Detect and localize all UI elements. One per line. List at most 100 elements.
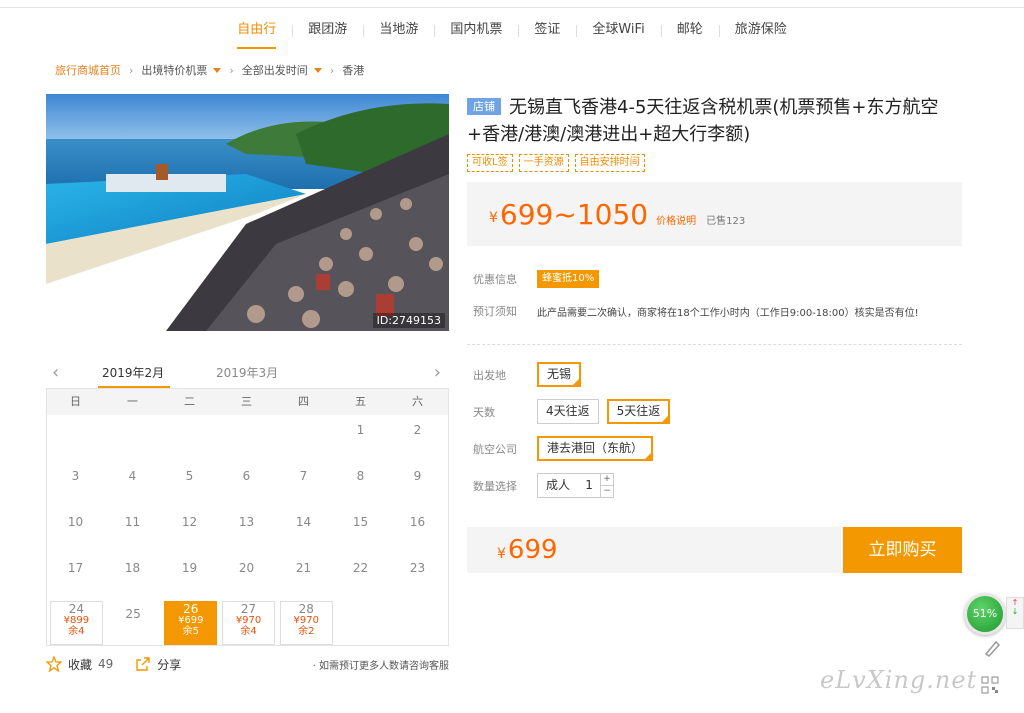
discount-badge: 蜂蜜抵10% [537, 270, 600, 288]
nav-item-travel-insurance[interactable]: 旅游保险 [718, 11, 803, 49]
product-title: 无锡直飞香港4-5天往返含税机票(机票预售+东方航空+香港/港澳/澳港进出+超大… [467, 97, 939, 145]
calendar-day-price: ¥970 [235, 615, 262, 626]
weekday-row: 日 一 二 三 四 五 六 [47, 389, 448, 415]
calendar-day-number: 3 [71, 469, 80, 483]
weekday-label: 四 [298, 395, 309, 408]
calendar-day: 23 [389, 553, 446, 599]
nav-item-visa[interactable]: 签证 [518, 11, 576, 49]
nav-item-domestic-flights[interactable]: 国内机票 [434, 11, 518, 49]
breadcrumb: 旅行商城首页 › 出境特价机票 › 全部出发时间 › 香港 [55, 62, 364, 78]
calendar-day: 15 [332, 507, 389, 553]
chevron-down-icon[interactable] [313, 67, 322, 73]
calendar-body: 1 2 3 4 5 6 7 8 9 10 11 12 13 14 15 16 17 18 19 20 21 22 23 24 ¥… [47, 415, 448, 645]
price-range: 699~1050 [499, 197, 649, 231]
calendar-day-number: 9 [413, 469, 422, 483]
calendar-day[interactable]: 27 ¥970 余4 [222, 601, 275, 645]
share-button[interactable]: 分享 [135, 656, 181, 673]
breadcrumb-departure-time[interactable]: 全部出发时间 [242, 62, 308, 78]
nav-item-global-wifi[interactable]: 全球WiFi [576, 11, 660, 49]
calendar-week-row: 24 ¥899 余4 25 26 ¥699 余5 27 ¥970 余4 28 ¥970 余2 [47, 599, 448, 645]
product-tags: 可收L签 一手资源 自由安排时间 [467, 154, 962, 172]
calendar-day-number: 11 [124, 515, 141, 529]
watermark: eLvXing.net [820, 666, 978, 694]
calendar-day: 19 [161, 553, 218, 599]
calendar-empty-cell [275, 415, 332, 461]
calendar-day-number: 28 [298, 602, 314, 616]
weekday-label: 六 [412, 395, 423, 408]
speed-widget[interactable]: 51% ↑ ↓ [964, 593, 1024, 635]
breadcrumb-outbound-flights[interactable]: 出境特价机票 [141, 62, 207, 78]
calendar-day: 5 [161, 461, 218, 507]
calendar-day-stock: 余2 [298, 626, 315, 637]
calendar-day: 14 [275, 507, 332, 553]
calendar-week-row: 12 [47, 415, 448, 461]
breadcrumb-separator: › [329, 63, 335, 77]
upload-arrow-icon: ↑ [1011, 598, 1019, 607]
photo-id-label: ID:2749153 [372, 313, 445, 328]
weekday-label: 三 [241, 395, 252, 408]
product-photo[interactable]: ID:2749153 [46, 94, 449, 331]
calendar-day-number: 17 [67, 561, 84, 575]
calendar-day-number: 14 [295, 515, 312, 529]
days-label: 天数 [473, 405, 495, 419]
calendar-day: 21 [275, 553, 332, 599]
quantity-input[interactable]: 1 [578, 474, 600, 497]
calendar-empty-cell [161, 415, 218, 461]
days-option-5[interactable]: 5天往返 [606, 399, 671, 424]
origin-option[interactable]: 无锡 [537, 362, 582, 387]
nav-item-cruise[interactable]: 邮轮 [660, 11, 719, 49]
chevron-left-icon[interactable]: ‹ [52, 362, 59, 383]
qrcode-icon[interactable] [980, 675, 1000, 695]
calendar-empty-cell [335, 599, 392, 645]
top-nav: 自由行 跟团游 当地游 国内机票 签证 全球WiFi 邮轮 旅游保险 [0, 10, 1024, 50]
calendar-day: 8 [332, 461, 389, 507]
calendar-day: 25 [105, 599, 162, 645]
nav-item-group-tour[interactable]: 跟团游 [292, 11, 363, 49]
calendar-day-number: 15 [352, 515, 369, 529]
chevron-down-icon[interactable] [213, 67, 222, 73]
favorite-button[interactable]: 收藏 49 [46, 656, 113, 673]
price-box: ¥ 699~1050 价格说明 已售123 [467, 182, 962, 246]
calendar-day-number: 2 [413, 423, 422, 437]
nav-item-local-tour[interactable]: 当地游 [363, 11, 434, 49]
quantity-plus-button[interactable]: + [601, 474, 613, 485]
sold-count: 已售123 [706, 215, 746, 227]
calendar-day: 22 [332, 553, 389, 599]
calendar-day: 16 [389, 507, 446, 553]
booking-note: · 如需预订更多人数请咨询客服 [312, 660, 449, 672]
quantity-label: 数量选择 [473, 479, 517, 493]
buy-now-button[interactable]: 立即购买 [843, 527, 962, 573]
calendar-day-number: 22 [352, 561, 369, 575]
calendar-day-number: 12 [181, 515, 198, 529]
quantity-type: 成人 [546, 478, 571, 492]
shop-badge: 店铺 [467, 98, 501, 115]
calendar-day[interactable]: 26 ¥699 余5 [164, 601, 218, 645]
calendar-empty-cell [104, 415, 161, 461]
calendar-day-number: 5 [185, 469, 194, 483]
calendar-day[interactable]: 24 ¥899 余4 [50, 601, 103, 645]
notice-label: 预订须知 [473, 305, 517, 318]
chevron-right-icon[interactable]: › [434, 362, 441, 383]
calendar-day-number: 23 [409, 561, 426, 575]
calendar-day-number: 16 [409, 515, 426, 529]
speed-percent[interactable]: 51% [964, 593, 1006, 635]
nav-item-free-travel[interactable]: 自由行 [221, 11, 292, 49]
weekday-label: 二 [184, 395, 195, 408]
breadcrumb-current: 香港 [342, 64, 365, 77]
month-tab-mar[interactable]: 2019年3月 [216, 364, 278, 381]
month-tab-feb[interactable]: 2019年2月 [97, 364, 171, 388]
calendar-day-number: 26 [183, 602, 199, 616]
quantity-minus-button[interactable]: − [601, 485, 614, 496]
calendar-day: 7 [275, 461, 332, 507]
calendar-day[interactable]: 28 ¥970 余2 [279, 601, 333, 645]
calendar-day-stock: 余5 [182, 626, 199, 637]
days-option-4[interactable]: 4天往返 [537, 399, 599, 424]
price-explain-link[interactable]: 价格说明 [656, 212, 696, 227]
edit-icon[interactable] [980, 636, 1004, 660]
product-tag: 自由安排时间 [574, 154, 645, 172]
airline-option[interactable]: 港去港回（东航） [537, 436, 654, 461]
favorite-count: 49 [98, 657, 114, 671]
product-panel: 店铺 无锡直飞香港4-5天往返含税机票(机票预售+东方航空+香港/港澳/澳港进出+… [467, 94, 962, 573]
side-tools [980, 636, 1004, 695]
breadcrumb-home[interactable]: 旅行商城首页 [55, 62, 121, 78]
